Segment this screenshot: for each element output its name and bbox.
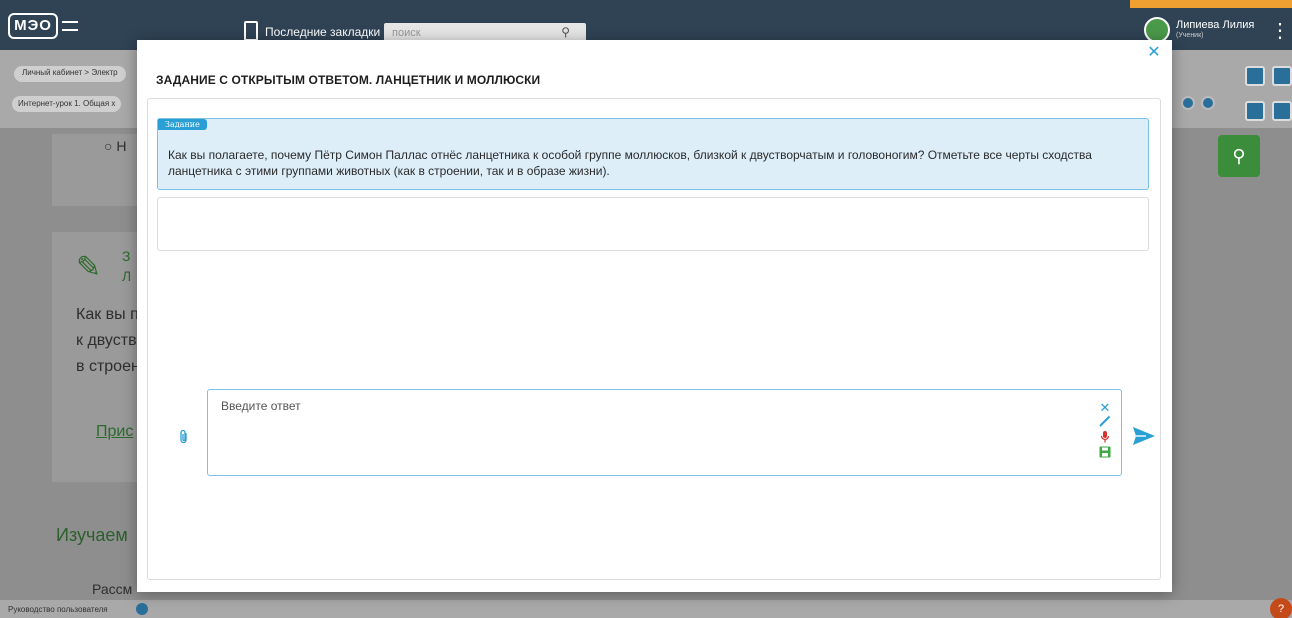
lesson-selector[interactable]: Интернет-урок 1. Общая х xyxy=(12,96,122,112)
notebook-icon[interactable] xyxy=(1245,66,1265,86)
section-text: Рассм xyxy=(92,581,133,597)
pen-icon xyxy=(1099,415,1111,427)
task-text: Как вы полагаете, почему Пётр Симон Палл… xyxy=(168,148,1092,178)
footer-bar xyxy=(0,600,1292,618)
notification-tab[interactable] xyxy=(1130,0,1292,8)
microphone-icon xyxy=(1100,431,1110,443)
close-icon[interactable]: ✕ xyxy=(1146,45,1162,61)
task-statement: Задание Как вы полагаете, почему Пётр Си… xyxy=(157,118,1149,190)
logo-text: МЭО xyxy=(8,13,58,39)
task-tag: Задание xyxy=(158,119,207,130)
user-guide-link[interactable]: Руководство пользователя xyxy=(8,605,108,614)
pen-icon[interactable] xyxy=(1097,415,1113,431)
paperclip-icon xyxy=(180,429,187,444)
dialog-title: ЗАДАНИЕ С ОТКРЫТЫМ ОТВЕТОМ. ЛАНЦЕТНИК И … xyxy=(156,73,541,87)
question-line: к двуств xyxy=(76,332,137,349)
chat-icon[interactable] xyxy=(1272,101,1292,121)
attach-link[interactable]: Прис xyxy=(96,423,133,441)
section-heading: Изучаем xyxy=(56,525,128,545)
prev-page-icon[interactable] xyxy=(1181,96,1195,110)
info-icon[interactable] xyxy=(136,603,148,615)
user-role: (Ученик) xyxy=(1176,32,1204,39)
send-icon xyxy=(1133,427,1155,445)
send-icon[interactable] xyxy=(1132,425,1156,447)
next-page-icon[interactable] xyxy=(1201,96,1215,110)
menu-icon xyxy=(62,21,78,31)
option-marker: ○ Н xyxy=(104,138,127,154)
bookmarks-link[interactable]: Последние закладки xyxy=(265,25,380,39)
answer-input[interactable] xyxy=(221,399,1081,467)
search-icon[interactable]: ⚲ xyxy=(561,25,570,39)
more-menu-icon[interactable]: ⋮ xyxy=(1270,18,1290,44)
search-placeholder: поиск xyxy=(392,27,421,39)
save-icon xyxy=(1099,446,1111,458)
question-line: в строен xyxy=(76,358,140,375)
key-icon[interactable]: ⚲ xyxy=(1218,135,1260,177)
microphone-icon[interactable] xyxy=(1097,430,1113,446)
task-card-subtitle: Л xyxy=(122,268,132,284)
clear-icon[interactable]: ✕ xyxy=(1097,400,1113,416)
breadcrumb-item[interactable]: Личный кабинет xyxy=(22,68,82,77)
meo-logo[interactable]: МЭО xyxy=(8,13,86,39)
paperclip-icon[interactable] xyxy=(178,429,192,445)
bookmark-icon[interactable] xyxy=(244,21,258,41)
calculator-icon[interactable] xyxy=(1245,101,1265,121)
dialog-panel: Задание Как вы полагаете, почему Пётр Си… xyxy=(147,98,1161,580)
pencil-icon: ✎ xyxy=(76,251,102,284)
save-icon[interactable] xyxy=(1097,446,1113,462)
help-button[interactable]: ? xyxy=(1270,598,1292,618)
breadcrumb[interactable]: Личный кабинет > Электр xyxy=(14,66,126,82)
open-answer-dialog: ✕ ЗАДАНИЕ С ОТКРЫТЫМ ОТВЕТОМ. ЛАНЦЕТНИК … xyxy=(137,40,1172,592)
keyboard-icon[interactable] xyxy=(1272,66,1292,86)
breadcrumb-item[interactable]: Электр xyxy=(91,68,117,77)
answer-input-area: ✕ xyxy=(207,389,1122,476)
question-line: Как вы п xyxy=(76,306,139,323)
answer-display xyxy=(157,197,1149,251)
user-name[interactable]: Липиева Лилия xyxy=(1176,19,1254,31)
